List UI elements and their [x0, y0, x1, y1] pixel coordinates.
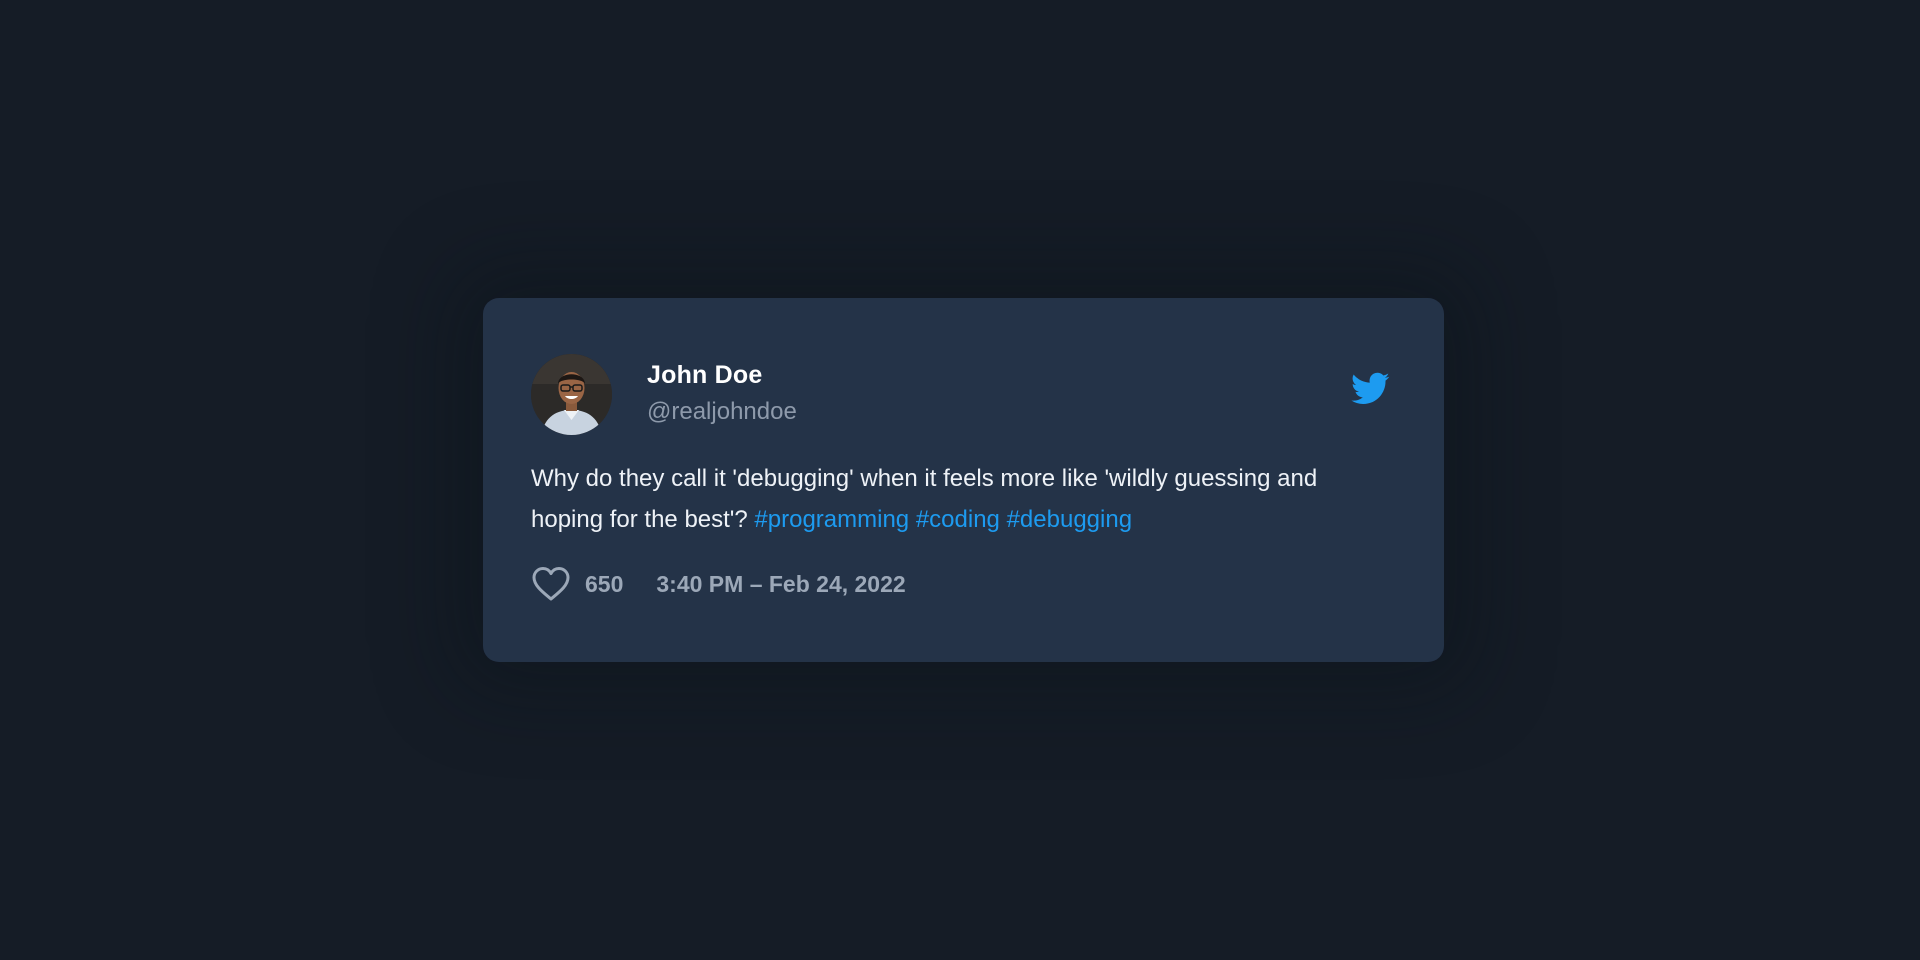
- tweet-card: John Doe @realjohndoe Why do they call i…: [483, 298, 1444, 662]
- heart-icon[interactable]: [531, 566, 571, 602]
- author-handle[interactable]: @realjohndoe: [647, 398, 797, 426]
- like-count: 650: [585, 570, 624, 597]
- hashtag-programming[interactable]: #programming: [754, 506, 909, 533]
- hashtag-debugging[interactable]: #debugging: [1007, 506, 1132, 533]
- tweet-text: Why do they call it 'debugging' when it …: [531, 458, 1371, 540]
- twitter-bird-icon[interactable]: [1348, 369, 1392, 409]
- author-name[interactable]: John Doe: [647, 361, 763, 390]
- tweet-timestamp[interactable]: 3:40 PM – Feb 24, 2022: [656, 571, 905, 598]
- hashtag-coding[interactable]: #coding: [916, 506, 1000, 533]
- page-background: John Doe @realjohndoe Why do they call i…: [0, 0, 1920, 960]
- tweet-footer: 650 3:40 PM – Feb 24, 2022: [531, 564, 906, 604]
- avatar[interactable]: [531, 354, 612, 435]
